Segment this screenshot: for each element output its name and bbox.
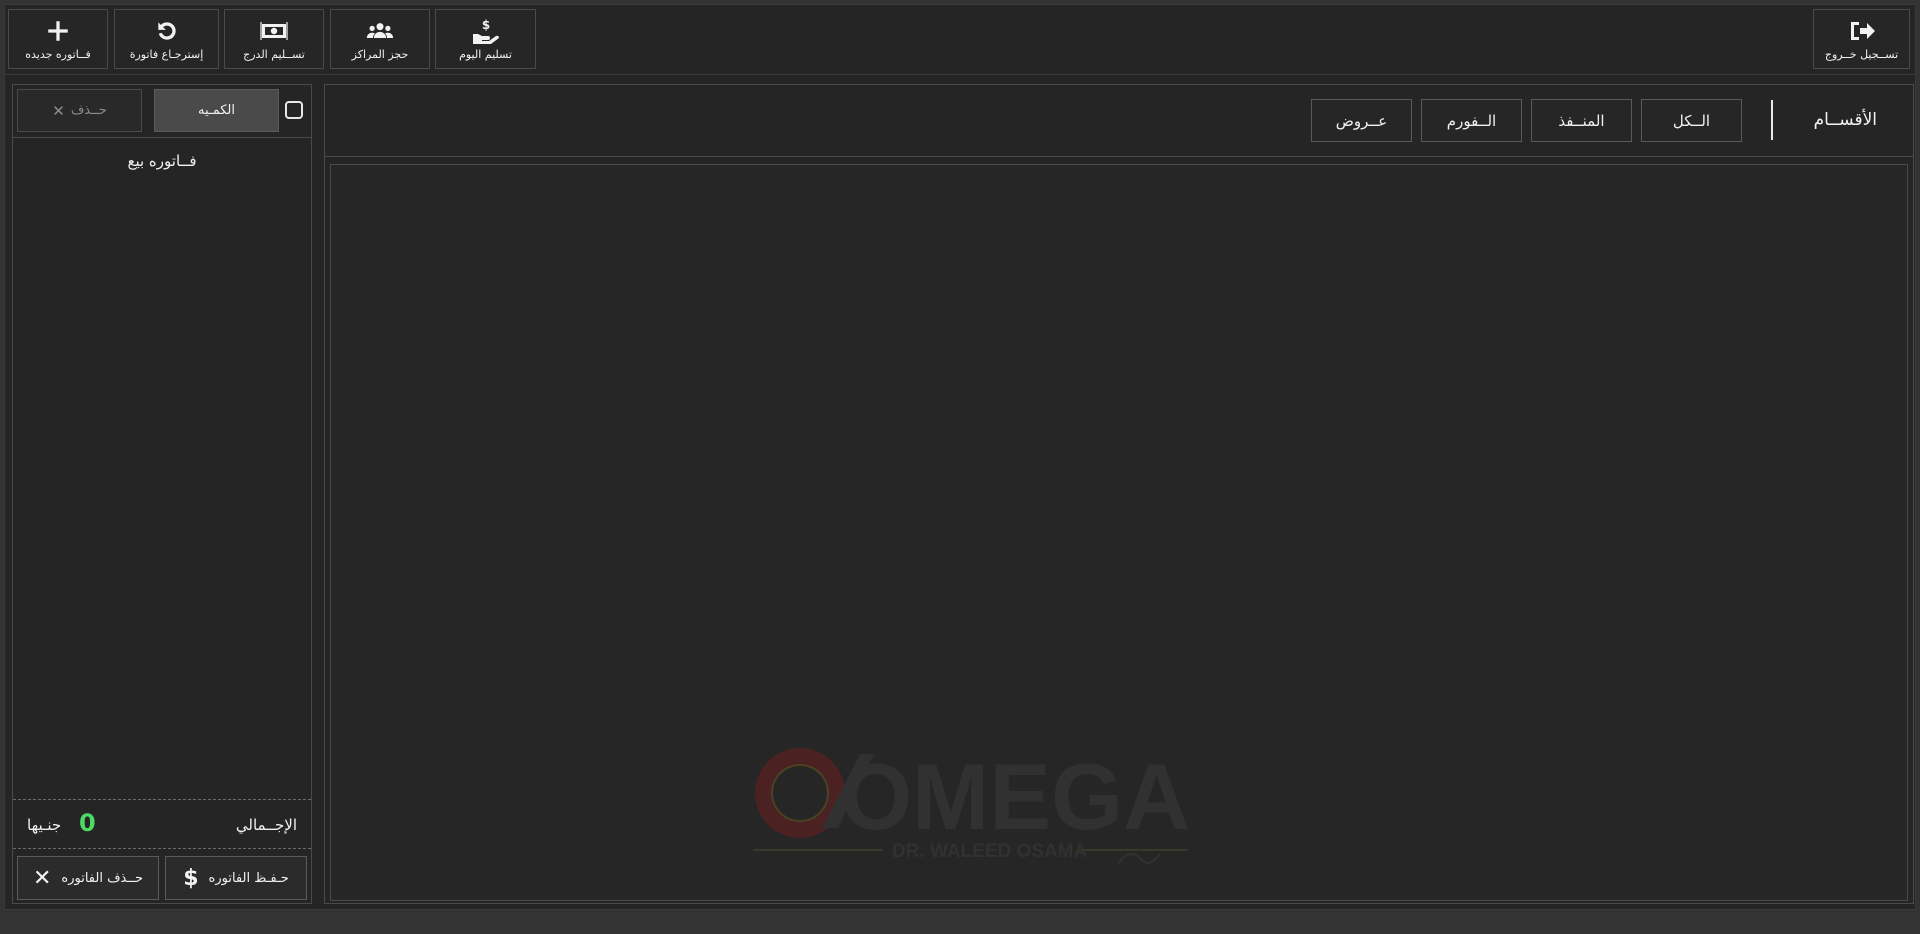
reserve-centers-button[interactable]: حجز المراكز	[330, 9, 430, 69]
category-outlet[interactable]: المنــفذ	[1531, 99, 1632, 142]
total-label: الإجــمالي	[235, 816, 297, 834]
category-outlet-label: المنــفذ	[1558, 111, 1605, 130]
close-icon: ✕	[52, 101, 65, 120]
categories-separator	[1771, 100, 1773, 140]
categories-title: الأقســام	[1813, 110, 1877, 130]
deliver-day-label: تسليم اليوم	[459, 47, 512, 61]
undo-icon	[157, 21, 176, 40]
deliver-day-button[interactable]: $ تسليم اليوم	[435, 9, 536, 69]
invoice-panel: ✕ حــذف الكمـيه فــاتوره بيع الإجــمالي …	[12, 84, 312, 904]
quantity-column-header[interactable]: الكمـيه	[154, 89, 279, 132]
return-invoice-label: إسترجـاع فاتورة	[129, 47, 204, 61]
pos-app-window: فــاتوره جديده إسترجـاع فاتورة تســليم ا…	[4, 4, 1916, 910]
category-offers[interactable]: عــروض	[1311, 99, 1412, 142]
return-invoice-button[interactable]: إسترجـاع فاتورة	[114, 9, 219, 69]
toolbar-divider	[5, 74, 1915, 75]
quantity-column-label: الكمـيه	[198, 103, 235, 118]
save-invoice-button[interactable]: $ حـفـظ الفاتوره	[165, 856, 307, 900]
select-all-checkbox[interactable]	[285, 101, 303, 119]
category-form[interactable]: الــفورم	[1421, 99, 1522, 142]
new-invoice-button[interactable]: فــاتوره جديده	[8, 9, 108, 69]
svg-text:$: $	[481, 18, 489, 32]
sign-out-icon	[1850, 21, 1875, 40]
deliver-drawer-button[interactable]: تســليم الدرج	[224, 9, 324, 69]
logo-subtitle-text: DR. WALEED OSAMA	[892, 841, 1088, 862]
new-invoice-label: فــاتوره جديده	[25, 47, 91, 61]
close-icon: ✕	[32, 865, 52, 891]
invoice-table-header: ✕ حــذف الكمـيه	[13, 85, 311, 138]
category-form-label: الــفورم	[1446, 111, 1497, 130]
delete-column-header[interactable]: ✕ حــذف	[17, 89, 142, 132]
categories-bar: الأقســام الــكل المنــفذ الــفورم عــرو…	[325, 85, 1913, 157]
invoice-title: فــاتوره بيع	[127, 152, 197, 170]
money-bill-icon	[260, 21, 288, 40]
reserve-centers-label: حجز المراكز	[351, 47, 409, 61]
category-offers-label: عــروض	[1335, 111, 1388, 130]
products-grid: OMEGA DR. WALEED OSAMA	[330, 164, 1908, 901]
logout-label: تســجيل خــروج	[1824, 47, 1899, 61]
users-icon	[366, 22, 394, 38]
category-all-label: الــكل	[1672, 111, 1711, 130]
plus-icon	[48, 20, 68, 41]
logout-button[interactable]: تســجيل خــروج	[1813, 9, 1910, 69]
total-divider-bottom	[13, 848, 311, 849]
total-divider-top	[13, 799, 311, 800]
delete-invoice-button[interactable]: ✕ حــذف الفاتوره	[17, 856, 159, 900]
save-invoice-label: حـفـظ الفاتوره	[208, 870, 289, 886]
omega-logo-watermark: OMEGA DR. WALEED OSAMA	[753, 746, 1190, 865]
deliver-drawer-label: تســليم الدرج	[243, 47, 305, 61]
hand-dollar-icon: $	[472, 18, 499, 44]
logo-brand-text: OMEGA	[840, 746, 1190, 849]
dollar-icon: $	[183, 865, 199, 891]
delete-column-label: حــذف	[70, 103, 107, 118]
delete-invoice-label: حــذف الفاتوره	[61, 870, 144, 886]
category-all[interactable]: الــكل	[1641, 99, 1742, 142]
total-value: 0	[79, 809, 96, 837]
products-panel: الأقســام الــكل المنــفذ الــفورم عــرو…	[324, 84, 1914, 904]
total-currency: جنـيها	[27, 816, 62, 834]
